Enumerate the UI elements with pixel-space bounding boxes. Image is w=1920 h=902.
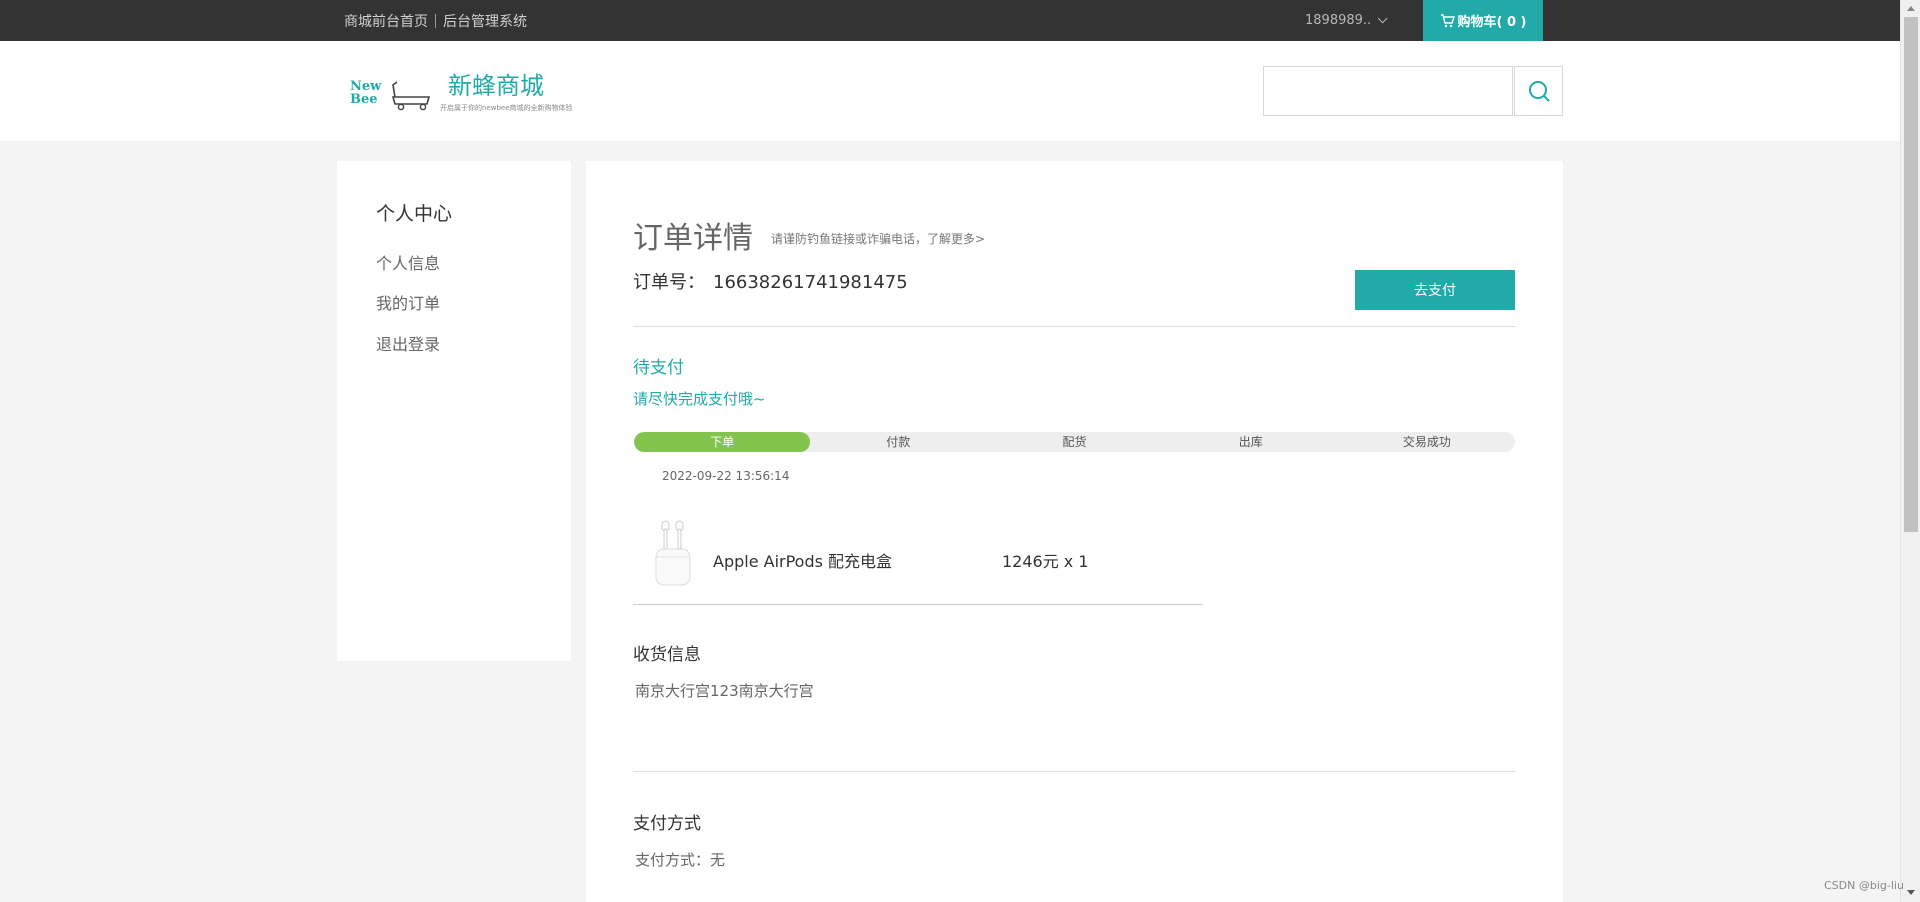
search-button[interactable] [1514, 66, 1563, 116]
order-created-time: 2022-09-22 13:56:14 [662, 469, 790, 483]
shipping-title: 收货信息 [633, 645, 701, 665]
progress-step: 出库 [1238, 435, 1263, 449]
sidebar-item-logout[interactable]: 退出登录 [376, 331, 440, 355]
search-input[interactable] [1263, 66, 1513, 116]
scrollbar-thumb[interactable] [1904, 17, 1918, 532]
sidebar-item-profile[interactable]: 个人信息 [376, 250, 440, 274]
progress-step: 下单 [710, 435, 735, 449]
order-item: Apple AirPods 配充电盒 1246元 x 1 [633, 513, 1203, 605]
divider [633, 771, 1516, 772]
progress-steps: 下单 付款 配货 出库 交易成功 [634, 432, 1515, 452]
user-menu[interactable]: 1898989.. [1305, 0, 1388, 41]
page-scrollbar[interactable] [1900, 0, 1920, 902]
order-status-desc: 请尽快完成支付哦~ [633, 390, 766, 408]
order-progress-bar: 下单 付款 配货 出库 交易成功 [634, 432, 1515, 452]
site-tagline: 开启属于你的newbee商城的全新购物体验 [440, 104, 573, 112]
progress-step: 配货 [1062, 435, 1087, 449]
header: New Bee 新蜂商城 开启属于你的newbee商城的全新购物体验 [0, 41, 1900, 141]
watermark: CSDN @big-liu [1824, 879, 1904, 892]
order-number-value: 16638261741981475 [713, 272, 908, 293]
shipping-address: 南京大行宫123南京大行宫 [635, 682, 814, 700]
admin-system-link[interactable]: 后台管理系统 [443, 11, 527, 31]
anti-fraud-tip-link[interactable]: 请谨防钓鱼链接或诈骗电话，了解更多> [771, 230, 985, 247]
search-icon [1528, 81, 1550, 102]
order-status: 待支付 [633, 358, 684, 378]
username: 1898989.. [1305, 13, 1372, 28]
item-price-qty: 1246元 x 1 [1002, 552, 1089, 571]
top-links: 商城前台首页 后台管理系统 [344, 0, 527, 41]
cart-icon [1440, 13, 1455, 27]
site-name: 新蜂商城 [448, 72, 544, 100]
progress-step: 付款 [886, 435, 911, 449]
scroll-down-icon[interactable] [1907, 890, 1915, 895]
user-center-sidebar: 个人中心 个人信息 我的订单 退出登录 [337, 161, 571, 661]
scroll-up-icon[interactable] [1907, 6, 1915, 11]
payment-title: 支付方式 [633, 814, 701, 834]
top-bar: 商城前台首页 后台管理系统 1898989.. 购物车( 0 ) [0, 0, 1900, 41]
front-home-link[interactable]: 商城前台首页 [344, 11, 428, 31]
divider [633, 326, 1516, 327]
airpods-image[interactable] [650, 515, 696, 587]
item-name[interactable]: Apple AirPods 配充电盒 [713, 548, 892, 572]
sidebar-title: 个人中心 [376, 203, 453, 225]
cart-button[interactable]: 购物车( 0 ) [1423, 0, 1543, 41]
chevron-down-icon [1377, 13, 1388, 24]
order-number: 订单号： 16638261741981475 [633, 268, 908, 294]
page-title: 订单详情 [633, 221, 753, 256]
order-detail-panel: 订单详情 请谨防钓鱼链接或诈骗电话，了解更多> 订单号： 166382617419… [586, 161, 1563, 902]
svg-text:Bee: Bee [350, 92, 378, 107]
newbee-logo-icon: New Bee [350, 79, 431, 111]
cart-label: 购物车( 0 ) [1457, 15, 1527, 30]
progress-step: 交易成功 [1402, 435, 1451, 449]
logo[interactable]: New Bee [349, 77, 433, 115]
link-separator [435, 13, 436, 28]
order-number-label: 订单号： [633, 272, 705, 293]
payment-method: 支付方式：无 [635, 851, 726, 869]
sidebar-item-orders[interactable]: 我的订单 [376, 290, 440, 314]
pay-button[interactable]: 去支付 [1355, 270, 1515, 310]
